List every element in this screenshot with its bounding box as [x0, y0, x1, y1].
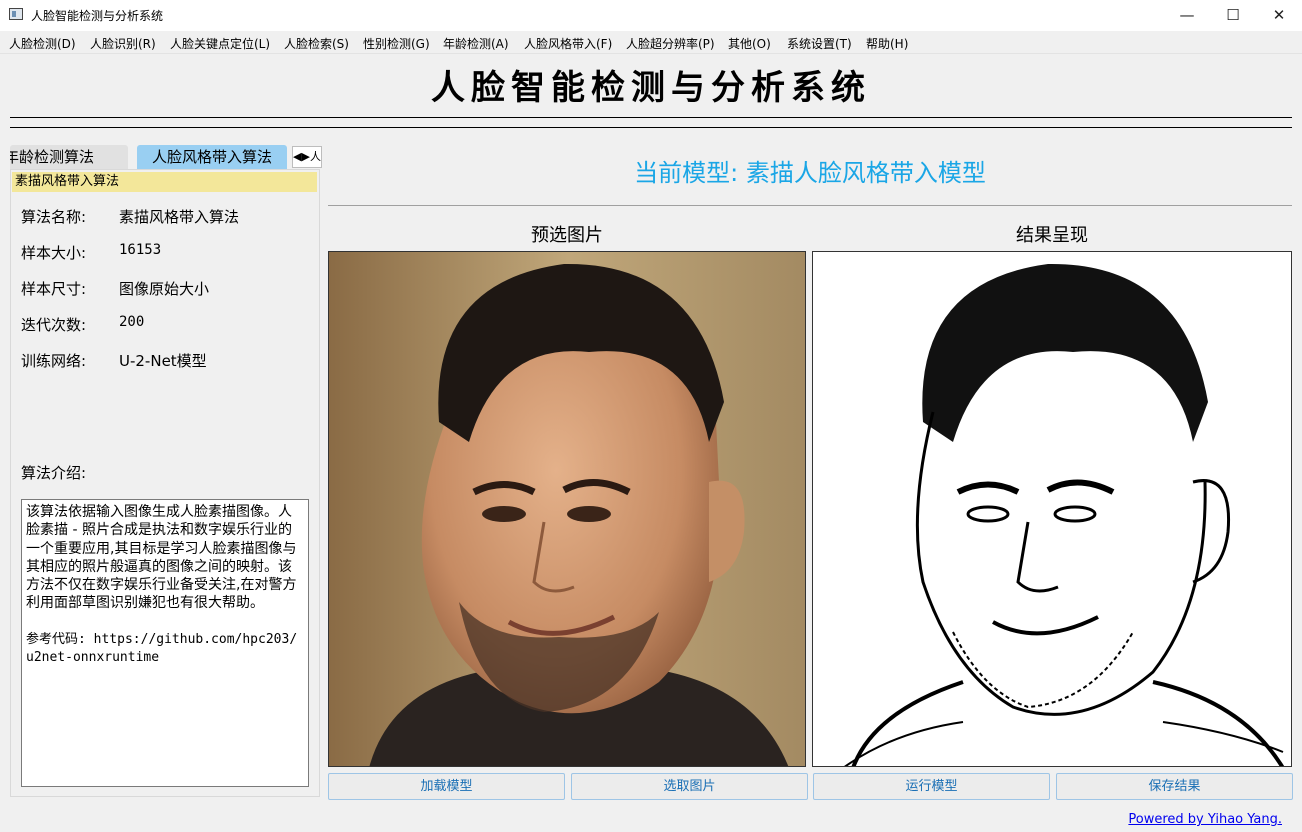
result-image — [812, 251, 1292, 767]
network-label: 训练网络: — [21, 352, 87, 370]
menu-face-detection[interactable]: 人脸检测(D) — [9, 35, 76, 52]
window-title: 人脸智能检测与分析系统 — [31, 9, 164, 23]
iterations-label: 迭代次数: — [21, 316, 87, 334]
group-title: 素描风格带入算法 — [12, 172, 317, 192]
sample-dim-label: 样本尺寸: — [21, 280, 87, 298]
menu-age[interactable]: 年龄检测(A) — [443, 35, 509, 52]
maximize-button[interactable]: ☐ — [1210, 0, 1256, 31]
intro-textbox[interactable]: 该算法依据输入图像生成人脸素描图像。人脸素描 - 照片合成是执法和数字娱乐行业的… — [21, 499, 309, 787]
menu-gender[interactable]: 性别检测(G) — [363, 35, 430, 52]
menu-other[interactable]: 其他(O) — [728, 35, 771, 52]
current-model-title: 当前模型: 素描人脸风格带入模型 — [634, 159, 986, 187]
sketch-result — [813, 252, 1291, 766]
divider — [328, 205, 1292, 206]
menu-settings[interactable]: 系统设置(T) — [787, 35, 852, 52]
menu-landmarks[interactable]: 人脸关键点定位(L) — [170, 35, 270, 52]
sample-size-value: 16153 — [119, 242, 162, 258]
preview-caption: 预选图片 — [531, 225, 603, 246]
divider — [10, 117, 1292, 118]
powered-by-link[interactable]: Powered by Yihao Yang. — [1128, 812, 1282, 827]
intro-text: 该算法依据输入图像生成人脸素描图像。人脸素描 - 照片合成是执法和数字娱乐行业的… — [26, 504, 297, 612]
divider — [10, 127, 1292, 128]
maximize-icon: ☐ — [1226, 6, 1240, 24]
menu-bar: 人脸检测(D) 人脸识别(R) 人脸关键点定位(L) 人脸检索(S) 性别检测(… — [0, 31, 1302, 54]
result-caption: 结果呈现 — [1016, 225, 1088, 246]
iterations-value: 200 — [119, 314, 145, 330]
minimize-icon: — — [1179, 6, 1195, 24]
network-value: U-2-Net模型 — [119, 352, 207, 370]
intro-label: 算法介绍: — [21, 464, 87, 482]
app-icon — [9, 8, 23, 20]
close-icon: ✕ — [1272, 6, 1286, 24]
sample-dim-value: 图像原始大小 — [119, 280, 210, 298]
close-button[interactable]: ✕ — [1256, 0, 1302, 31]
run-model-button[interactable]: 运行模型 — [813, 773, 1050, 800]
face-photo — [329, 252, 805, 766]
tab-label: 年龄检测算法 — [10, 148, 95, 166]
save-result-button[interactable]: 保存结果 — [1056, 773, 1293, 800]
page-title: 人脸智能检测与分析系统 — [431, 68, 871, 108]
reference-code-text: 参考代码: https://github.com/hpc203/u2net-on… — [26, 631, 298, 666]
menu-face-search[interactable]: 人脸检索(S) — [284, 35, 349, 52]
select-image-button[interactable]: 选取图片 — [571, 773, 808, 800]
tab-style-transfer[interactable]: 人脸风格带入算法 — [137, 145, 287, 169]
tab-age-detection[interactable]: 年龄检测算法 — [10, 145, 128, 169]
algorithm-name-label: 算法名称: — [21, 208, 87, 226]
load-model-button[interactable]: 加载模型 — [328, 773, 565, 800]
tab-scroll-buttons[interactable]: ◀▶人 — [292, 146, 322, 168]
menu-face-recognition[interactable]: 人脸识别(R) — [90, 35, 156, 52]
algorithm-name-value: 素描风格带入算法 — [119, 208, 240, 226]
sample-size-label: 样本大小: — [21, 244, 87, 262]
menu-super-resolution[interactable]: 人脸超分辨率(P) — [626, 35, 715, 52]
preview-image — [328, 251, 806, 767]
minimize-button[interactable]: — — [1164, 0, 1210, 31]
title-bar — [0, 0, 1302, 31]
menu-help[interactable]: 帮助(H) — [866, 35, 908, 52]
menu-style-transfer[interactable]: 人脸风格带入(F) — [524, 35, 612, 52]
